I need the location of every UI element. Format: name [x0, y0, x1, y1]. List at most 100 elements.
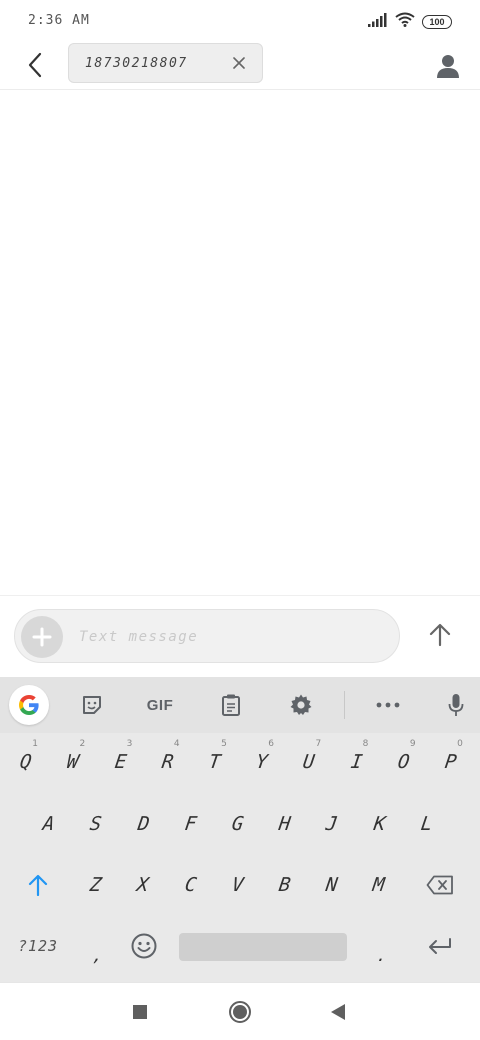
clipboard-button[interactable]: [212, 687, 250, 723]
sticker-icon: [83, 696, 101, 714]
key-label: C: [183, 874, 198, 896]
gif-icon: GIF: [146, 696, 174, 714]
key-row-2: ASD F G HJKL: [0, 797, 480, 857]
key-r[interactable]: 4R: [146, 735, 190, 789]
key-hint-label: 3: [126, 739, 133, 749]
sticker-button[interactable]: [73, 687, 111, 723]
key-o[interactable]: 9O: [382, 735, 426, 789]
key-hint-label: 7: [315, 739, 322, 749]
compose-box: [14, 609, 400, 663]
settings-button[interactable]: [282, 687, 320, 723]
toolbar-divider: [344, 691, 345, 719]
key-g[interactable]: G: [216, 797, 260, 851]
key-y[interactable]: 6Y: [240, 735, 284, 789]
recents-button[interactable]: [125, 997, 155, 1027]
key-label: D: [136, 813, 151, 835]
key-label: Q: [18, 751, 34, 773]
gif-button[interactable]: GIF: [141, 687, 179, 723]
key-hint-label: 2: [79, 739, 86, 749]
gear-icon: [290, 694, 312, 715]
key-label: U: [301, 751, 317, 773]
period-key[interactable]: .: [360, 919, 404, 973]
key-hint-label: 0: [457, 739, 463, 749]
conversation-area: [0, 91, 480, 596]
key-s[interactable]: S: [74, 797, 118, 851]
enter-key[interactable]: [418, 919, 462, 973]
app-bar: 18730218807: [0, 42, 480, 90]
wifi-icon: [395, 12, 415, 31]
key-label: N: [324, 874, 340, 896]
key-l[interactable]: L: [405, 797, 449, 851]
back-button[interactable]: [20, 50, 50, 80]
key-hint-label: 9: [409, 739, 416, 749]
key-t[interactable]: 5T: [193, 735, 237, 789]
add-attachment-button[interactable]: [21, 616, 63, 658]
recipient-number: 18730218807: [85, 55, 188, 71]
key-k[interactable]: K: [357, 797, 401, 851]
symbols-label: ?123: [17, 937, 59, 955]
key-label: R: [160, 751, 175, 773]
keyboard-toolbar: GIF: [0, 677, 480, 733]
recipient-chip[interactable]: 18730218807: [68, 43, 263, 83]
enter-icon: [429, 938, 451, 954]
key-p[interactable]: 0P: [429, 735, 473, 789]
key-e[interactable]: 3E: [98, 735, 142, 789]
key-u[interactable]: 7U: [287, 735, 331, 789]
key-h[interactable]: H: [263, 797, 307, 851]
add-contact-button[interactable]: [430, 48, 466, 84]
send-button[interactable]: [420, 615, 460, 655]
battery-icon: 100: [422, 14, 452, 29]
more-button[interactable]: [369, 687, 407, 723]
status-bar: 2:36 AM 100: [0, 0, 480, 42]
message-input[interactable]: [79, 625, 379, 649]
more-icon: [376, 702, 400, 708]
status-icons: 100: [368, 12, 452, 31]
clipboard-icon: [222, 694, 240, 716]
emoji-icon: [131, 933, 157, 959]
remove-recipient-button[interactable]: [230, 54, 248, 72]
key-x[interactable]: X: [121, 858, 165, 912]
symbols-key[interactable]: ?123: [14, 919, 62, 973]
key-n[interactable]: N: [310, 858, 354, 912]
key-j[interactable]: J: [310, 797, 354, 851]
back-triangle-icon: [331, 1004, 345, 1020]
key-q[interactable]: 1Q: [4, 735, 48, 789]
key-label: H: [277, 813, 293, 835]
key-label: K: [372, 813, 387, 835]
key-label: P: [443, 751, 459, 773]
emoji-key[interactable]: [122, 919, 166, 973]
key-d[interactable]: D: [121, 797, 165, 851]
google-button[interactable]: [9, 685, 49, 725]
keyboard: GIF 1 Q 2 W 3 E 4 R 5 T 6 Y 7 U 8 I 9 O …: [0, 677, 480, 982]
system-back-button[interactable]: [323, 997, 353, 1027]
key-row-1: 1Q2W3E4R5T6Y7U8I9O0P: [0, 735, 480, 795]
key-f[interactable]: F: [169, 797, 213, 851]
key-label: Y: [254, 751, 270, 773]
shift-key[interactable]: [16, 858, 60, 912]
send-arrow-icon: [429, 623, 451, 647]
key-m[interactable]: M: [357, 858, 401, 912]
home-circle-icon: [229, 1001, 251, 1023]
key-w[interactable]: 2W: [51, 735, 95, 789]
key-label: G: [230, 813, 246, 835]
space-key[interactable]: [179, 933, 347, 961]
key-label: E: [113, 751, 128, 773]
key-a[interactable]: A: [27, 797, 71, 851]
comma-key[interactable]: ,: [76, 919, 120, 973]
system-nav-bar: [0, 982, 480, 1040]
key-c[interactable]: C: [168, 858, 212, 912]
comma-label: ,: [91, 945, 105, 965]
backspace-key[interactable]: [418, 858, 462, 912]
recents-square-icon: [133, 1005, 147, 1019]
key-v[interactable]: V: [216, 858, 260, 912]
key-label: X: [135, 874, 151, 896]
key-i[interactable]: 8I: [334, 735, 378, 789]
key-label: O: [396, 751, 411, 773]
key-z[interactable]: Z: [74, 858, 118, 912]
voice-input-button[interactable]: [437, 687, 475, 723]
person-icon: [437, 55, 459, 78]
key-b[interactable]: B: [263, 858, 307, 912]
home-button[interactable]: [225, 997, 255, 1027]
key-label: F: [183, 813, 198, 835]
status-time: 2:36 AM: [28, 13, 90, 28]
